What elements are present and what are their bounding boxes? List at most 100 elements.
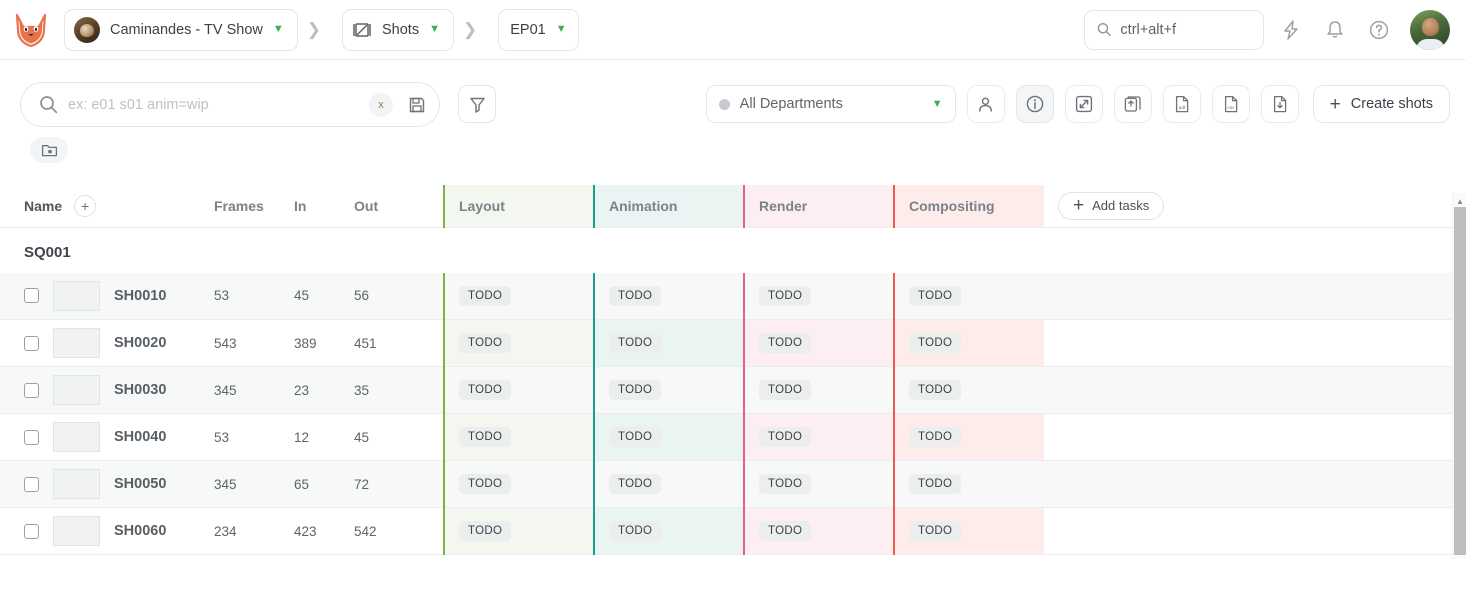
export-csv-button[interactable]: csv [1211,85,1250,123]
vertical-scrollbar[interactable]: ▲ [1452,193,1466,559]
row-checkbox[interactable] [24,429,39,445]
lightning-icon[interactable] [1274,13,1308,47]
task-cell-compositing[interactable]: TODO [893,366,1044,414]
table-row[interactable]: SH0060 234 423 542 TODO TODO TODO TODO [0,507,1466,555]
task-cell-compositing[interactable]: TODO [893,460,1044,508]
shot-thumbnail[interactable] [53,516,100,546]
column-header-animation[interactable]: Animation [593,185,744,228]
task-cell-animation[interactable]: TODO [593,413,744,461]
status-badge[interactable]: TODO [909,427,962,447]
shot-thumbnail[interactable] [53,422,100,452]
task-cell-layout[interactable]: TODO [443,507,594,555]
status-badge[interactable]: TODO [459,474,512,494]
breadcrumb-section[interactable]: Shots ▼ [342,8,454,51]
floppy-save-icon[interactable] [403,91,431,119]
shot-search-input[interactable] [68,96,359,113]
user-avatar[interactable] [1410,9,1450,50]
task-cell-layout[interactable]: TODO [443,366,594,414]
task-cell-layout[interactable]: TODO [443,413,594,461]
task-cell-layout[interactable]: TODO [443,272,594,320]
table-row[interactable]: SH0020 543 389 451 TODO TODO TODO TODO [0,319,1466,367]
column-header-in[interactable]: In [280,185,340,228]
status-badge[interactable]: TODO [909,285,962,306]
breadcrumb-episode[interactable]: EP01 ▼ [498,8,579,51]
task-cell-animation[interactable]: TODO [593,460,744,508]
task-cell-animation[interactable]: TODO [593,507,744,555]
row-checkbox[interactable] [24,523,39,539]
task-cell-render[interactable]: TODO [743,272,894,320]
status-badge[interactable]: TODO [459,521,512,541]
help-icon[interactable] [1362,13,1396,47]
shot-thumbnail[interactable] [53,469,100,499]
status-badge[interactable]: TODO [609,380,662,400]
status-badge[interactable]: TODO [609,474,662,494]
shot-thumbnail[interactable] [53,375,100,405]
status-badge[interactable]: TODO [609,285,662,306]
task-cell-render[interactable]: TODO [743,366,894,414]
status-badge[interactable]: TODO [459,285,512,306]
row-checkbox[interactable] [24,476,39,492]
clear-search-button[interactable]: x [369,92,393,117]
bell-icon[interactable] [1318,13,1352,47]
task-cell-compositing[interactable]: TODO [893,507,1044,555]
column-header-out[interactable]: Out [340,185,444,228]
task-cell-render[interactable]: TODO [743,413,894,461]
add-tasks-button[interactable]: + Add tasks [1058,191,1165,220]
row-checkbox[interactable] [24,335,39,351]
status-badge[interactable]: TODO [759,521,812,541]
task-cell-render[interactable]: TODO [743,319,894,367]
status-badge[interactable]: TODO [759,380,812,400]
column-header-frames[interactable]: Frames [200,185,280,228]
row-checkbox[interactable] [24,382,39,398]
shot-thumbnail[interactable] [53,280,100,311]
global-search-box[interactable] [1084,9,1264,50]
expand-button[interactable] [1064,85,1103,123]
task-cell-render[interactable]: TODO [743,507,894,555]
status-badge[interactable]: TODO [609,521,662,541]
status-badge[interactable]: TODO [909,521,962,541]
scrollbar-thumb[interactable] [1454,207,1466,555]
status-badge[interactable]: TODO [459,427,512,447]
status-badge[interactable]: TODO [459,380,512,400]
task-cell-animation[interactable]: TODO [593,272,744,320]
department-select[interactable]: All Departments ▼ [705,85,956,123]
status-badge[interactable]: TODO [609,333,662,353]
status-badge[interactable]: TODO [909,474,962,494]
share-upload-button[interactable] [1113,85,1152,123]
status-badge[interactable]: TODO [909,333,962,353]
global-search-input[interactable] [1120,21,1251,38]
task-cell-render[interactable]: TODO [743,460,894,508]
folder-settings-button[interactable] [30,137,68,163]
shot-search-box[interactable]: x [20,82,440,127]
task-cell-animation[interactable]: TODO [593,319,744,367]
funnel-filter-button[interactable] [458,85,496,123]
task-cell-compositing[interactable]: TODO [893,413,1044,461]
table-row[interactable]: SH0050 345 65 72 TODO TODO TODO TODO [0,460,1466,508]
shot-thumbnail[interactable] [53,328,100,358]
table-row[interactable]: SH0040 53 12 45 TODO TODO TODO TODO [0,413,1466,461]
task-cell-compositing[interactable]: TODO [893,272,1044,320]
status-badge[interactable]: TODO [459,333,512,353]
import-file-button[interactable] [1260,85,1299,123]
row-checkbox[interactable] [24,288,39,304]
info-toggle-button[interactable] [1015,85,1054,123]
chevron-down-icon[interactable]: ▼ [273,24,284,35]
create-shots-button[interactable]: + Create shots [1312,85,1450,123]
table-row[interactable]: SH0010 53 45 56 TODO TODO TODO TODO [0,272,1466,320]
status-badge[interactable]: TODO [609,427,662,447]
task-cell-layout[interactable]: TODO [443,460,594,508]
table-row[interactable]: SH0030 345 23 35 TODO TODO TODO TODO [0,366,1466,414]
task-cell-compositing[interactable]: TODO [893,319,1044,367]
status-badge[interactable]: TODO [759,333,812,353]
scroll-up-arrow-icon[interactable]: ▲ [1453,195,1466,207]
status-badge[interactable]: TODO [759,285,812,306]
chevron-down-icon[interactable]: ▼ [429,24,440,35]
status-badge[interactable]: TODO [909,380,962,400]
add-column-button[interactable]: + [74,194,97,217]
column-header-layout[interactable]: Layout [443,185,594,228]
task-cell-animation[interactable]: TODO [593,366,744,414]
breadcrumb-project[interactable]: Caminandes - TV Show ▼ [64,8,298,51]
chevron-down-icon[interactable]: ▼ [556,24,567,35]
status-badge[interactable]: TODO [759,474,812,494]
chevron-down-icon[interactable]: ▼ [932,98,943,110]
